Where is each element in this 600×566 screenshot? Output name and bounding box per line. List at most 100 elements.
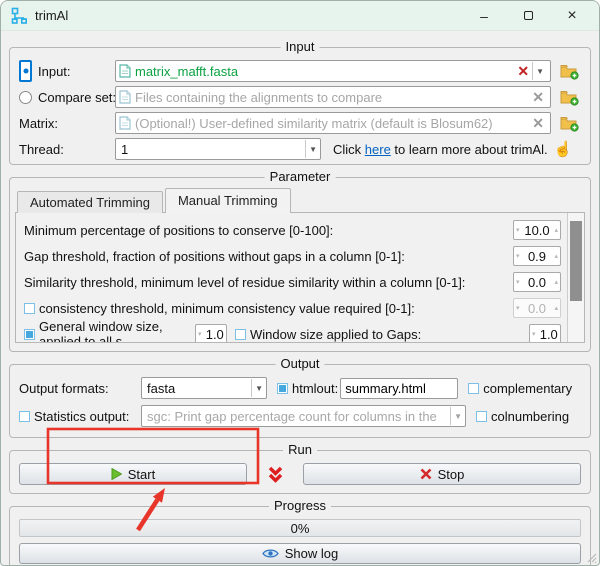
show-log-button[interactable]: Show log xyxy=(19,543,581,564)
thread-select[interactable]: 1 ▼ xyxy=(115,138,321,160)
gaps-window-checkbox[interactable] xyxy=(235,328,246,340)
compare-set-label: Compare set: xyxy=(38,89,117,105)
progress-bar: 0% xyxy=(19,519,581,537)
parameter-groupbox: Parameter Automated Trimming Manual Trim… xyxy=(9,170,591,352)
scrollbar-thumb[interactable] xyxy=(570,221,582,301)
eye-icon xyxy=(262,549,279,558)
complementary-checkbox[interactable] xyxy=(468,382,480,394)
folder-add-icon xyxy=(560,64,579,80)
stop-button[interactable]: Stop xyxy=(303,463,581,485)
app-icon xyxy=(11,7,28,24)
stats-dropdown-arrow-icon: ▼ xyxy=(450,407,465,425)
spin-up-icon: ▴ xyxy=(554,305,558,312)
close-button[interactable]: × xyxy=(563,7,581,25)
progress-group-title: Progress xyxy=(268,499,332,513)
start-button[interactable]: Start xyxy=(19,463,247,485)
gaps-window-spinbox[interactable]: ▾ 1.0 xyxy=(529,324,561,342)
gap-threshold-spinbox[interactable]: ▾ 0.9 ▴ xyxy=(513,246,561,266)
app-window: trimAl – × Input Input: matrix_mafft.fas… xyxy=(0,0,600,566)
general-window-label: General window size, applied to all s xyxy=(39,319,163,342)
htmlout-label: htmlout: xyxy=(292,380,339,396)
input-dropdown-arrow-icon[interactable]: ▼ xyxy=(532,62,547,80)
input-file-combobox[interactable]: matrix_mafft.fasta ✕ ▼ xyxy=(115,60,551,82)
maximize-button[interactable] xyxy=(519,7,537,25)
output-group-title: Output xyxy=(275,357,325,371)
complementary-label: complementary xyxy=(483,380,573,396)
param-row-window-sizes: General window size, applied to all s ▾ … xyxy=(24,319,561,342)
thread-value: 1 xyxy=(121,141,129,157)
matrix-row: Matrix: (Optional!) User-defined similar… xyxy=(19,112,581,134)
spin-up-icon[interactable]: ▴ xyxy=(552,226,560,234)
input-file-value: matrix_mafft.fasta xyxy=(135,63,239,79)
thread-row: Thread: 1 ▼ Click here to learn more abo… xyxy=(19,138,581,160)
stop-x-icon xyxy=(420,468,432,480)
run-group-title: Run xyxy=(283,443,317,457)
output-formats-label: Output formats: xyxy=(19,380,109,396)
spin-down-icon[interactable]: ▾ xyxy=(514,226,522,234)
input-radio[interactable] xyxy=(19,60,32,82)
help-link[interactable]: here xyxy=(365,142,391,157)
general-window-spinbox[interactable]: ▾ 1.0 xyxy=(195,324,227,342)
parameter-group-title: Parameter xyxy=(264,170,336,184)
htmlout-checkbox[interactable] xyxy=(277,382,288,394)
clear-compare-icon[interactable]: ✕ xyxy=(529,89,547,106)
matrix-field[interactable]: (Optional!) User-defined similarity matr… xyxy=(115,112,551,134)
spin-down-icon[interactable]: ▾ xyxy=(514,252,522,260)
param-row-conserve: Minimum percentage of positions to conse… xyxy=(24,217,561,243)
param-label: consistency threshold, minimum consisten… xyxy=(39,300,415,316)
spin-down-icon: ▾ xyxy=(516,305,520,312)
spin-up-icon[interactable]: ▴ xyxy=(552,278,560,286)
param-label: Minimum percentage of positions to conse… xyxy=(24,222,334,238)
thread-dropdown-arrow-icon: ▼ xyxy=(305,140,320,158)
parameter-tabs: Automated Trimming Manual Trimming xyxy=(15,188,585,213)
general-window-checkbox[interactable] xyxy=(24,328,35,340)
htmlout-filename-input[interactable] xyxy=(340,377,459,399)
compare-set-placeholder: Files containing the alignments to compa… xyxy=(135,89,383,105)
parameter-scrollbar[interactable] xyxy=(567,213,584,342)
output-groupbox: Output Output formats: fasta ▼ htmlout: … xyxy=(9,357,591,438)
statistics-checkbox[interactable] xyxy=(19,410,30,422)
param-row-consistency: consistency threshold, minimum consisten… xyxy=(24,295,561,321)
statistics-select: sgc: Print gap percentage count for colu… xyxy=(141,405,466,427)
browse-matrix-button[interactable] xyxy=(557,112,581,134)
browse-input-button[interactable] xyxy=(557,60,581,82)
compare-set-radio[interactable] xyxy=(19,90,32,104)
double-chevron-down-icon xyxy=(268,466,282,483)
minimize-button[interactable]: – xyxy=(475,7,493,25)
progress-percent: 0% xyxy=(290,520,310,536)
consistency-checkbox[interactable] xyxy=(24,302,35,314)
compare-set-row: Compare set: Files containing the alignm… xyxy=(19,86,581,108)
param-row-gap-threshold: Gap threshold, fraction of positions wit… xyxy=(24,243,561,269)
input-groupbox: Input Input: matrix_mafft.fasta ✕ ▼ Comp… xyxy=(9,40,591,165)
colnumbering-label: colnumbering xyxy=(491,408,570,424)
clear-input-icon[interactable]: ✕ xyxy=(514,63,532,80)
pointer-hand-icon: ☝ xyxy=(553,141,573,158)
compare-set-field[interactable]: Files containing the alignments to compa… xyxy=(115,86,551,108)
conserve-spinbox[interactable]: ▾ 10.0 ▴ xyxy=(513,220,561,240)
browse-compare-button[interactable] xyxy=(557,86,581,108)
tab-automated-trimming[interactable]: Automated Trimming xyxy=(17,191,163,213)
matrix-label: Matrix: xyxy=(19,115,58,131)
clear-matrix-icon[interactable]: ✕ xyxy=(529,115,547,132)
document-icon xyxy=(119,64,131,78)
folder-add-icon xyxy=(560,116,579,132)
resize-grip[interactable] xyxy=(587,553,597,563)
spin-down-icon[interactable]: ▾ xyxy=(530,330,538,338)
document-icon xyxy=(119,90,131,104)
input-group-title: Input xyxy=(280,40,320,54)
spin-down-icon[interactable]: ▾ xyxy=(196,330,204,338)
colnumbering-checkbox[interactable] xyxy=(476,410,487,422)
tab-manual-trimming[interactable]: Manual Trimming xyxy=(164,188,291,213)
document-icon xyxy=(119,116,131,130)
help-text: Click here to learn more about trimAl. xyxy=(333,141,548,157)
parameter-tab-pane: Minimum percentage of positions to conse… xyxy=(15,212,585,343)
window-title: trimAl xyxy=(35,8,69,23)
output-format-select[interactable]: fasta ▼ xyxy=(141,377,267,399)
spin-up-icon[interactable]: ▴ xyxy=(552,252,560,260)
progress-groupbox: Progress 0% Show log xyxy=(9,499,591,565)
param-row-similarity: Similarity threshold, minimum level of r… xyxy=(24,269,561,295)
spin-down-icon[interactable]: ▾ xyxy=(514,278,522,286)
param-label: Gap threshold, fraction of positions wit… xyxy=(24,248,405,264)
statistics-label: Statistics output: xyxy=(34,408,130,424)
similarity-threshold-spinbox[interactable]: ▾ 0.0 ▴ xyxy=(513,272,561,292)
